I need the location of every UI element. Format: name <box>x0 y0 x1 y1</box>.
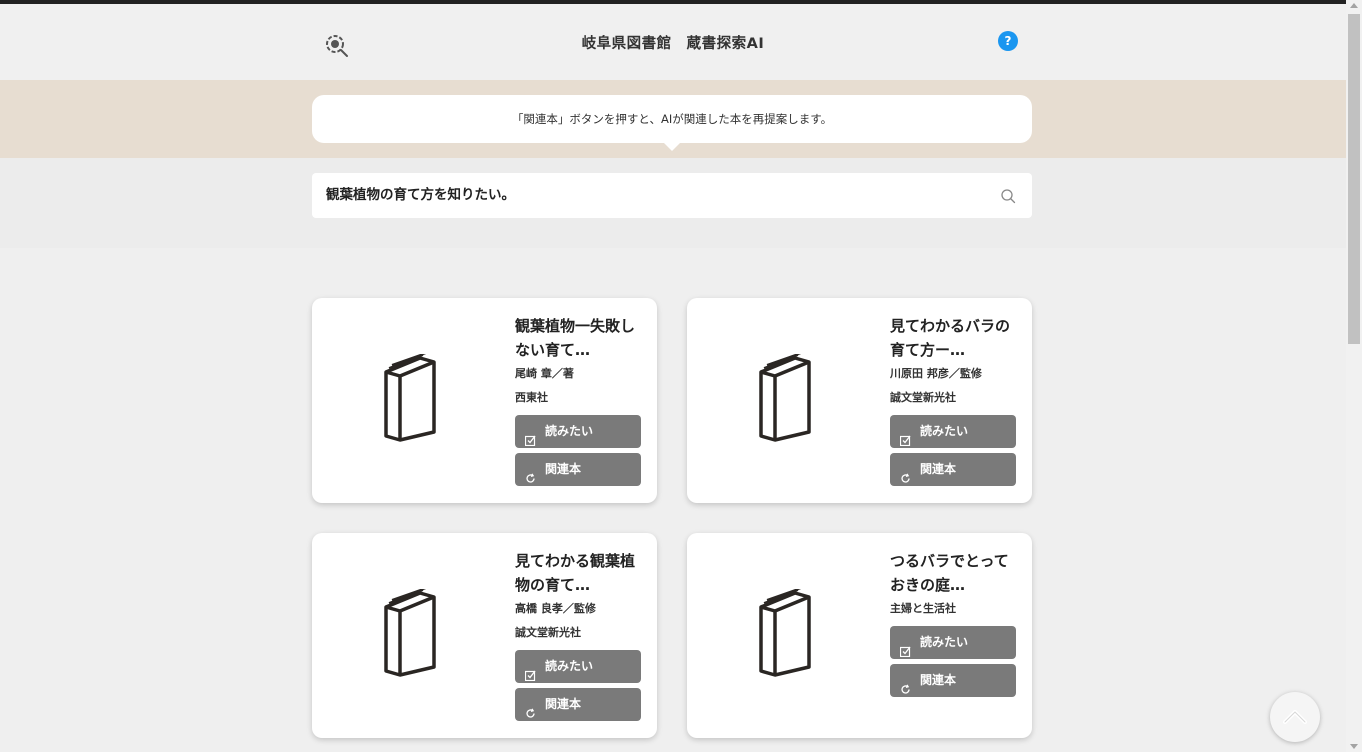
book-icon <box>380 352 440 442</box>
want-to-read-label: 読みたい <box>920 635 969 649</box>
refresh-icon <box>525 464 536 483</box>
book-info: 見てわかる観葉植物の育て… 高橋 良孝／監修 誠文堂新光社 読みたい 関連本 <box>515 549 643 721</box>
scrollbar-thumb[interactable] <box>1348 14 1360 344</box>
checkbox-icon <box>524 426 536 447</box>
refresh-icon <box>900 464 911 483</box>
chevron-up-icon <box>1283 710 1307 724</box>
page-title: 岐阜県図書館 蔵書探索AI <box>581 36 765 52</box>
scroll-down-arrow[interactable] <box>1350 744 1358 749</box>
related-books-button[interactable]: 関連本 <box>890 453 1016 486</box>
book-publisher: 主婦と生活社 <box>890 602 956 615</box>
book-card: 見てわかる観葉植物の育て… 高橋 良孝／監修 誠文堂新光社 読みたい 関連本 <box>312 533 657 738</box>
book-info: 見てわかるバラの育て方ー… 川原田 邦彦／監修 誠文堂新光社 読みたい 関連本 <box>890 314 1018 486</box>
want-to-read-label: 読みたい <box>920 424 969 438</box>
scroll-up-arrow[interactable] <box>1350 3 1358 8</box>
refresh-icon <box>525 699 536 718</box>
vertical-scrollbar[interactable] <box>1346 0 1362 752</box>
header: 岐阜県図書館 蔵書探索AI ? <box>0 4 1346 80</box>
want-to-read-button[interactable]: 読みたい <box>515 415 641 448</box>
checkbox-icon <box>524 661 536 682</box>
book-publisher: 西東社 <box>515 391 548 404</box>
book-card: 見てわかるバラの育て方ー… 川原田 邦彦／監修 誠文堂新光社 読みたい 関連本 <box>687 298 1032 503</box>
search-input[interactable] <box>326 173 986 218</box>
help-button[interactable]: ? <box>998 31 1018 51</box>
want-to-read-label: 読みたい <box>545 659 594 673</box>
book-title[interactable]: 観葉植物一失敗しない育て… <box>515 314 643 362</box>
related-books-label: 関連本 <box>545 462 582 476</box>
book-publisher: 誠文堂新光社 <box>515 626 581 639</box>
notice-balloon: 「関連本」ボタンを押すと、AIが関連した本を再提案します。 <box>312 95 1032 151</box>
book-author: 尾崎 章／著 <box>515 367 574 380</box>
search-icon[interactable] <box>1000 188 1016 204</box>
search-box <box>312 173 1032 218</box>
want-to-read-button[interactable]: 読みたい <box>515 650 641 683</box>
book-title[interactable]: 見てわかるバラの育て方ー… <box>890 314 1018 362</box>
book-title[interactable]: 見てわかる観葉植物の育て… <box>515 549 643 597</box>
related-books-label: 関連本 <box>920 673 957 687</box>
related-books-button[interactable]: 関連本 <box>890 664 1016 697</box>
book-publisher: 誠文堂新光社 <box>890 391 956 404</box>
related-books-label: 関連本 <box>545 697 582 711</box>
checkbox-icon <box>899 426 911 447</box>
refresh-icon <box>900 675 911 694</box>
want-to-read-button[interactable]: 読みたい <box>890 415 1016 448</box>
book-author: 川原田 邦彦／監修 <box>890 367 982 380</box>
related-books-button[interactable]: 関連本 <box>515 688 641 721</box>
want-to-read-label: 読みたい <box>545 424 594 438</box>
want-to-read-button[interactable]: 読みたい <box>890 626 1016 659</box>
book-info: つるバラでとっておきの庭… 主婦と生活社 読みたい 関連本 <box>890 549 1018 697</box>
book-info: 観葉植物一失敗しない育て… 尾崎 章／著 西東社 読みたい 関連本 <box>515 314 643 486</box>
book-card: 観葉植物一失敗しない育て… 尾崎 章／著 西東社 読みたい 関連本 <box>312 298 657 503</box>
related-books-label: 関連本 <box>920 462 957 476</box>
book-title[interactable]: つるバラでとっておきの庭… <box>890 549 1018 597</box>
book-icon <box>380 587 440 677</box>
related-books-button[interactable]: 関連本 <box>515 453 641 486</box>
book-icon <box>755 352 815 442</box>
checkbox-icon <box>899 637 911 658</box>
scroll-to-top-button[interactable] <box>1270 692 1320 742</box>
book-icon <box>755 587 815 677</box>
book-author: 高橋 良孝／監修 <box>515 602 596 615</box>
book-card: つるバラでとっておきの庭… 主婦と生活社 読みたい 関連本 <box>687 533 1032 738</box>
